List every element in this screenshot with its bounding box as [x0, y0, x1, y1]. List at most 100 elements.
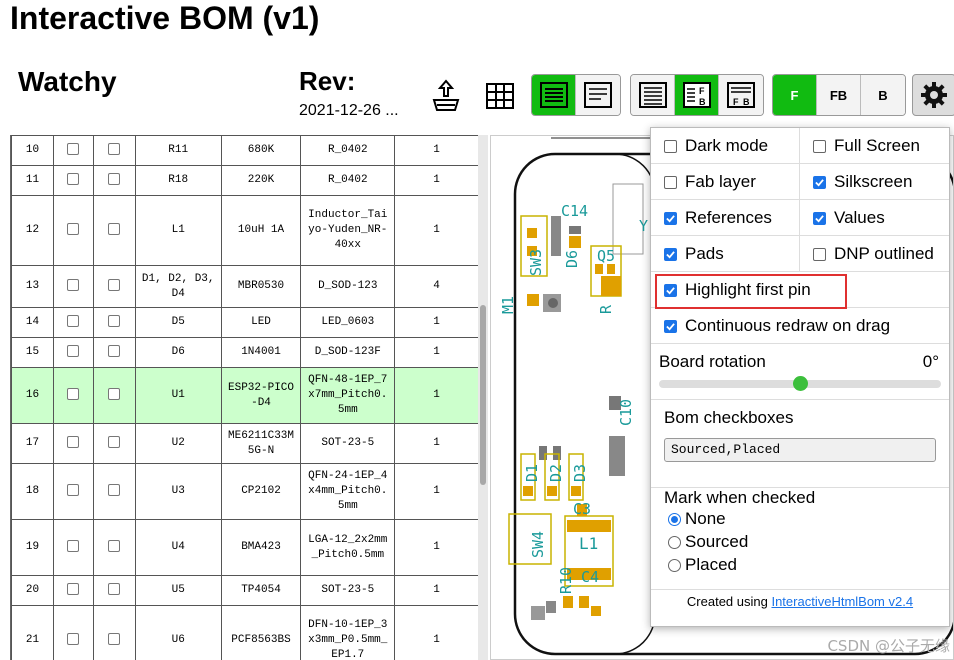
sourced-checkbox[interactable]	[67, 223, 80, 236]
board-rotation-slider[interactable]	[659, 376, 941, 391]
placed-checkbox[interactable]	[108, 279, 121, 292]
layout-toggle-group	[531, 74, 621, 116]
sourced-checkbox[interactable]	[67, 279, 80, 292]
settings-panel: Dark mode Full Screen Fab layer Silkscre…	[650, 127, 950, 627]
placed-checkbox[interactable]	[108, 143, 121, 156]
gear-icon[interactable]	[912, 74, 954, 116]
table-row[interactable]: 21 U6 PCF8563BS DFN-10-1EP_3x3mm_P0.5mm_EP1…	[11, 605, 478, 660]
references-checkbox[interactable]	[664, 211, 677, 225]
project-title: Watchy	[18, 66, 117, 97]
references-option[interactable]: References	[664, 200, 772, 236]
sourced-checkbox[interactable]	[67, 436, 80, 449]
values-option[interactable]: Values	[813, 200, 885, 236]
pcb-label-d6: D6	[563, 250, 581, 268]
mark-placed-radio[interactable]	[668, 558, 681, 572]
placed-checkbox[interactable]	[108, 484, 121, 497]
board-rotation-slider-thumb[interactable]	[793, 376, 808, 391]
table-row[interactable]: 19 U4 BMA423 LGA-12_2x2mm_Pitch0.5mm 1	[11, 519, 478, 576]
ungrouped-mode-button[interactable]	[631, 75, 675, 115]
svg-text:B: B	[699, 97, 706, 107]
placed-checkbox[interactable]	[108, 315, 121, 328]
table-row[interactable]: 13 D1, D2, D3, D4 MBR0530 D_SOD-123 4	[11, 265, 478, 308]
bom-left-drawings-right-button[interactable]	[576, 75, 620, 115]
quantity-cell: 4	[394, 265, 478, 308]
table-row[interactable]: 18 U3 CP2102 QFN-24-1EP_4x4mm_Pitch0.5mm 1	[11, 463, 478, 520]
mark-none-radio[interactable]	[668, 512, 681, 526]
sourced-checkbox[interactable]	[67, 540, 80, 553]
placed-checkbox[interactable]	[108, 173, 121, 186]
row-number: 13	[11, 265, 54, 308]
sourced-checkbox[interactable]	[67, 484, 80, 497]
references-cell: R11	[134, 135, 222, 166]
continuous-redraw-checkbox[interactable]	[664, 319, 677, 333]
pads-checkbox[interactable]	[664, 247, 677, 261]
table-row[interactable]: 16 U1 ESP32-PICO-D4 QFN-48-1EP_7x7mm_Pitch0…	[11, 367, 478, 424]
front-layer-button[interactable]: F	[773, 75, 817, 115]
bom-scrollbar-thumb[interactable]	[480, 305, 486, 485]
sourced-checkbox[interactable]	[67, 388, 80, 401]
row-number: 12	[11, 195, 54, 266]
table-row[interactable]: 20 U5 TP4054 SOT-23-5 1	[11, 575, 478, 606]
continuous-redraw-option[interactable]: Continuous redraw on drag	[664, 308, 890, 344]
table-row[interactable]: 14 D5 LED LED_0603 1	[11, 307, 478, 338]
pads-option[interactable]: Pads	[664, 236, 724, 272]
fab-layer-checkbox[interactable]	[664, 175, 677, 189]
sourced-checkbox-cell	[52, 423, 94, 464]
mark-placed-option[interactable]: Placed	[668, 554, 737, 576]
fab-layer-option[interactable]: Fab layer	[664, 164, 756, 200]
silkscreen-checkbox[interactable]	[813, 175, 826, 189]
grouped-fb-mode-button[interactable]: FB	[675, 75, 719, 115]
value-cell: BMA423	[220, 519, 302, 576]
table-row[interactable]: 15 D6 1N4001 D_SOD-123F 1	[11, 337, 478, 368]
svg-text:F: F	[699, 86, 705, 96]
value-cell: ME6211C33M5G-N	[220, 423, 302, 464]
export-icon[interactable]	[424, 75, 468, 117]
pcb-label-q5: Q5	[597, 247, 615, 265]
placed-checkbox[interactable]	[108, 583, 121, 596]
bom-only-button[interactable]	[532, 75, 576, 115]
dnp-outlined-label: DNP outlined	[834, 244, 934, 263]
row-number: 18	[11, 463, 54, 520]
placed-checkbox[interactable]	[108, 436, 121, 449]
pcb-label-sw3: SW3	[527, 249, 545, 276]
references-cell: D1, D2, D3, D4	[134, 265, 222, 308]
table-row[interactable]: 11 R18 220K R_0402 1	[11, 165, 478, 196]
sourced-checkbox[interactable]	[67, 583, 80, 596]
front-back-layer-button[interactable]: FB	[817, 75, 861, 115]
full-screen-option[interactable]: Full Screen	[813, 128, 920, 164]
dnp-outlined-checkbox[interactable]	[813, 247, 826, 261]
grouped-fb-netlist-mode-button[interactable]: FB	[719, 75, 763, 115]
row-number: 10	[11, 135, 54, 166]
grid-icon[interactable]	[478, 75, 522, 117]
full-screen-checkbox[interactable]	[813, 139, 826, 153]
placed-checkbox[interactable]	[108, 223, 121, 236]
back-layer-button[interactable]: B	[861, 75, 905, 115]
sourced-checkbox[interactable]	[67, 173, 80, 186]
sourced-checkbox[interactable]	[67, 345, 80, 358]
dnp-outlined-option[interactable]: DNP outlined	[813, 236, 934, 272]
mark-placed-label: Placed	[685, 555, 737, 574]
sourced-checkbox[interactable]	[67, 633, 80, 646]
placed-checkbox[interactable]	[108, 540, 121, 553]
mark-sourced-option[interactable]: Sourced	[668, 531, 748, 553]
mark-sourced-radio[interactable]	[668, 535, 681, 549]
table-row[interactable]: 10 R11 680K R_0402 1	[11, 135, 478, 166]
value-cell: 220K	[220, 165, 302, 196]
placed-checkbox[interactable]	[108, 345, 121, 358]
dark-mode-checkbox[interactable]	[664, 139, 677, 153]
bom-checkboxes-input[interactable]: Sourced,Placed	[664, 438, 936, 462]
values-checkbox[interactable]	[813, 211, 826, 225]
dark-mode-option[interactable]: Dark mode	[664, 128, 768, 164]
silkscreen-option[interactable]: Silkscreen	[813, 164, 912, 200]
table-row[interactable]: 12 L1 10uH 1A Inductor_Taiyo-Yuden_NR-40xx 1	[11, 195, 478, 266]
sourced-checkbox[interactable]	[67, 315, 80, 328]
mark-none-option[interactable]: None	[668, 508, 726, 530]
highlight-annotation-box	[655, 274, 847, 309]
sourced-checkbox[interactable]	[67, 143, 80, 156]
placed-checkbox[interactable]	[108, 633, 121, 646]
ibom-link[interactable]: InteractiveHtmlBom v2.4	[771, 594, 913, 609]
placed-checkbox[interactable]	[108, 388, 121, 401]
references-cell: D6	[134, 337, 222, 368]
table-row[interactable]: 17 U2 ME6211C33M5G-N SOT-23-5 1	[11, 423, 478, 464]
pcb-label-d1: D1	[523, 464, 541, 482]
